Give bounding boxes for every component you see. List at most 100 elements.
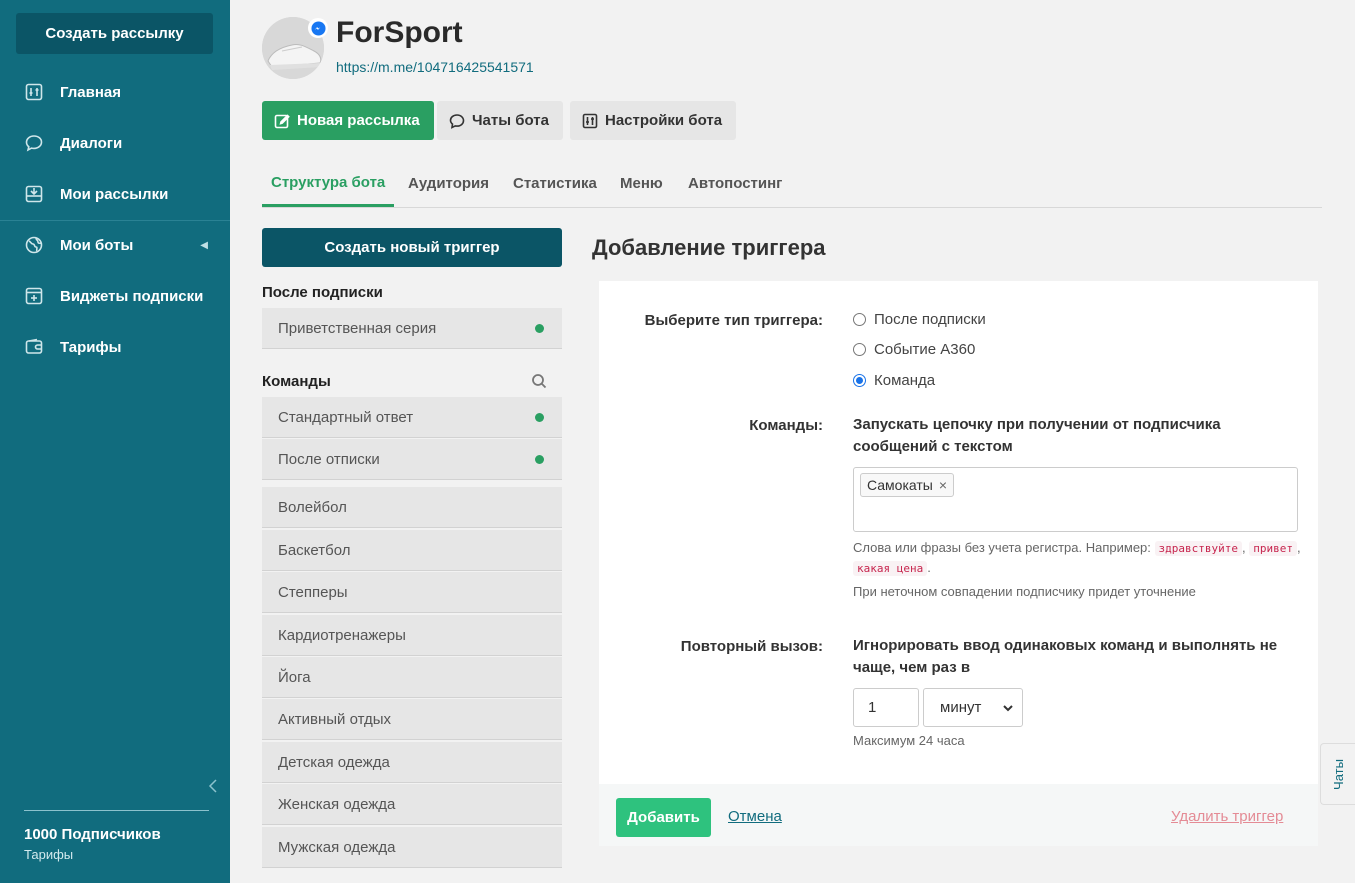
tab-audience[interactable]: Аудитория [399, 160, 498, 207]
list-item-label: После отписки [278, 450, 380, 468]
active-status-dot [535, 324, 544, 333]
list-item-label: Баскетбол [278, 541, 351, 559]
commands-hint: Слова или фразы без учета регистра. Напр… [853, 540, 1301, 576]
new-mailing-label: Новая рассылка [297, 112, 420, 129]
chevron-left-icon: ◀ [200, 239, 208, 251]
after-subscribe-section-label: После подписки [262, 284, 383, 301]
radio-after-subscribe[interactable]: После подписки [853, 311, 986, 328]
repeat-unit-select[interactable]: минут [923, 688, 1023, 727]
sidebar-item-label: Мои боты [60, 236, 134, 254]
remove-tag-icon[interactable]: × [939, 477, 947, 493]
settings-sliders-icon [582, 113, 598, 128]
radio-label: Команда [874, 372, 936, 389]
search-icon[interactable] [531, 373, 547, 389]
max-hint: Максимум 24 часа [853, 733, 965, 748]
sidebar-item-label: Диалоги [60, 134, 123, 152]
chat-icon [449, 113, 465, 129]
globe-icon [24, 235, 44, 255]
trigger-form-card: Выберите тип триггера: После подписки Со… [599, 281, 1318, 846]
list-item-label: Активный отдых [278, 710, 391, 728]
chats-side-tab[interactable]: Чаты [1320, 743, 1355, 805]
chevron-down-icon [1003, 705, 1013, 712]
tab-autoposting[interactable]: Автопостинг [679, 160, 791, 207]
delete-trigger-link[interactable]: Удалить триггер [1171, 808, 1283, 825]
active-status-dot [535, 413, 544, 422]
bot-chats-label: Чаты бота [472, 112, 549, 129]
list-item-label: Волейбол [278, 498, 347, 516]
sidebar-bottom-divider [24, 810, 209, 811]
example-code: привет [1249, 541, 1297, 556]
edit-icon [274, 113, 290, 128]
example-code: какая цена [853, 561, 928, 576]
list-item[interactable]: Кардиотренажеры [262, 615, 562, 656]
list-item-after-unsubscribe[interactable]: После отписки [262, 439, 562, 480]
bot-chats-button[interactable]: Чаты бота [437, 101, 563, 140]
tab-menu[interactable]: Меню [611, 160, 672, 207]
page-title: ForSport [336, 16, 463, 49]
tab-statistics[interactable]: Статистика [504, 160, 606, 207]
radio-command[interactable]: Команда [853, 372, 935, 389]
sidebar-item-label: Мои рассылки [60, 185, 169, 203]
list-item-label: Женская одежда [278, 795, 396, 813]
radio-button-checked[interactable] [853, 374, 866, 387]
tabs-bar: Структура бота Аудитория Статистика Меню… [262, 160, 1322, 208]
radio-label: После подписки [874, 311, 986, 328]
list-item-label: Детская одежда [278, 753, 390, 771]
sidebar-item-widgets[interactable]: Виджеты подписки [0, 276, 230, 316]
list-item[interactable]: Волейбол [262, 487, 562, 528]
example-code: здравствуйте [1154, 541, 1243, 556]
sidebar-item-label: Тарифы [60, 338, 122, 356]
list-item-label: Йога [278, 668, 311, 686]
commands-tags-input[interactable]: Самокаты × [853, 467, 1298, 532]
messenger-icon [308, 18, 328, 38]
commands-section-label: Команды [262, 373, 331, 390]
form-title: Добавление триггера [592, 235, 826, 260]
sidebar-divider [0, 220, 230, 221]
cancel-link[interactable]: Отмена [728, 808, 782, 825]
sidebar-item-dialogs[interactable]: Диалоги [0, 123, 230, 163]
tab-bot-structure[interactable]: Структура бота [262, 160, 395, 207]
bot-link[interactable]: https://m.me/104716425541571 [336, 59, 534, 75]
select-value: минут [940, 699, 982, 716]
list-item-welcome-series[interactable]: Приветственная серия [262, 308, 562, 349]
repeat-description: Игнорировать ввод одинаковых команд и вы… [853, 637, 1278, 676]
list-item[interactable]: Баскетбол [262, 530, 562, 571]
list-item[interactable]: Степперы [262, 572, 562, 613]
new-mailing-button[interactable]: Новая рассылка [262, 101, 434, 140]
list-item-label: Стандартный ответ [278, 408, 414, 426]
sidebar-item-home[interactable]: Главная [0, 72, 230, 112]
bot-settings-button[interactable]: Настройки бота [570, 101, 737, 140]
trigger-type-label: Выберите тип триггера: [644, 312, 823, 329]
list-item[interactable]: Детская одежда [262, 742, 562, 783]
list-item[interactable]: Йога [262, 657, 562, 698]
radio-button[interactable] [853, 343, 866, 356]
list-item[interactable]: Активный отдых [262, 699, 562, 740]
sidebar-item-label: Главная [60, 83, 122, 101]
create-trigger-button[interactable]: Создать новый триггер [262, 228, 562, 267]
create-mailing-button[interactable]: Создать рассылку [16, 13, 213, 54]
add-button[interactable]: Добавить [616, 798, 711, 837]
radio-event-a360[interactable]: Событие A360 [853, 341, 975, 358]
radio-button[interactable] [853, 313, 866, 326]
list-item[interactable]: Мужская одежда [262, 827, 562, 868]
sidebar: Создать рассылку Главная Диалоги Мои рас… [0, 0, 230, 883]
commands-label: Команды: [749, 417, 823, 434]
wallet-icon [24, 337, 44, 357]
fuzzy-match-hint: При неточном совпадении подписчику приде… [853, 584, 1196, 599]
sidebar-item-mailings[interactable]: Мои рассылки [0, 174, 230, 214]
inbox-icon [24, 184, 44, 204]
sidebar-item-label: Виджеты подписки [60, 287, 204, 305]
chats-tab-label: Чаты [1330, 758, 1346, 790]
radio-label: Событие A360 [874, 341, 976, 358]
tariffs-link[interactable]: Тарифы [24, 847, 73, 862]
repeat-interval-input[interactable]: 1 [853, 688, 919, 727]
repeat-label: Повторный вызов: [680, 638, 823, 655]
sidebar-item-bots[interactable]: Мои боты ◀ [0, 225, 230, 265]
list-item[interactable]: Женская одежда [262, 784, 562, 825]
active-status-dot [535, 455, 544, 464]
chat-icon [24, 133, 44, 153]
hint-text: Слова или фразы без учета регистра. Напр… [853, 540, 1151, 555]
sidebar-item-tariffs[interactable]: Тарифы [0, 327, 230, 367]
list-item-default-reply[interactable]: Стандартный ответ [262, 397, 562, 438]
collapse-sidebar-icon[interactable] [205, 776, 221, 796]
